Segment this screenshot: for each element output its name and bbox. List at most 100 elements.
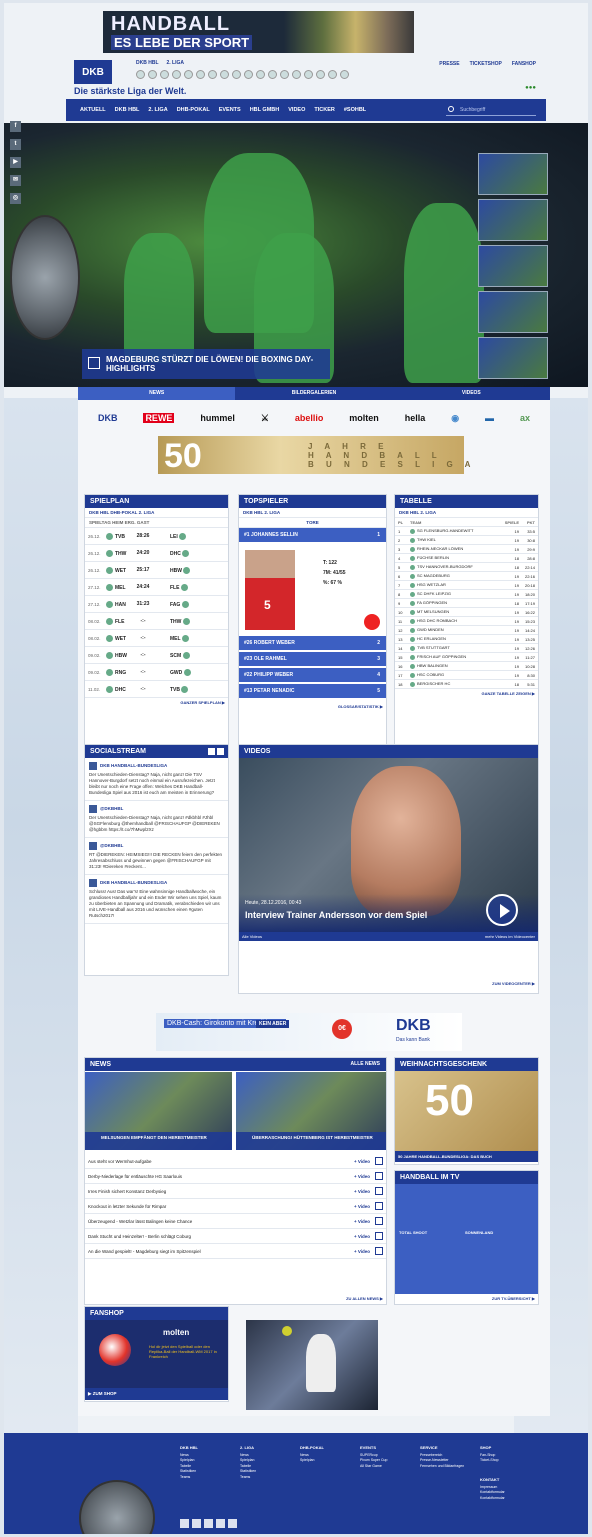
club-logo-icon[interactable] bbox=[208, 70, 217, 79]
news-item[interactable]: Überzeugend - Wetzlar lässt Balingen kei… bbox=[85, 1214, 386, 1229]
ad-50-jahre[interactable]: 50 J A H R E H A N D B A L L B U N D E S… bbox=[158, 436, 470, 475]
club-logo-icon[interactable] bbox=[172, 70, 181, 79]
tabelle-row[interactable]: 13 HC ERLANGEN 19 13:25 bbox=[395, 635, 538, 644]
video-icon[interactable] bbox=[375, 1157, 383, 1165]
social-card[interactable]: DKB HANDBALL-BUNDESLIGA Der Unentschieden… bbox=[85, 758, 228, 801]
club-logo-icon[interactable] bbox=[220, 70, 229, 79]
nav-ticker[interactable]: TICKER bbox=[314, 107, 334, 113]
news-video-label[interactable]: + Video bbox=[354, 1234, 370, 1239]
club-logo-icon[interactable] bbox=[268, 70, 277, 79]
spielplan-row[interactable]: 26.12. THW 24:20 DHC bbox=[85, 545, 228, 562]
spielplan-row[interactable]: 08.02. WET -:- MEL bbox=[85, 630, 228, 647]
youtube-icon[interactable] bbox=[204, 1519, 213, 1528]
all-videos-label[interactable]: Alle Videos bbox=[242, 934, 262, 939]
fanshop-ad[interactable]: molten Hol dir jetzt den Spielball oder … bbox=[85, 1320, 228, 1388]
club-logo-icon[interactable] bbox=[136, 70, 145, 79]
news-item[interactable]: Derby-Niederlage für entläuschte HG Saar… bbox=[85, 1169, 386, 1184]
topspieler-category[interactable]: TORE bbox=[239, 518, 386, 528]
hero-thumb[interactable] bbox=[478, 291, 548, 333]
video-thumb[interactable]: Interview Trainer Bürrich vor dem Spiel bbox=[242, 944, 313, 972]
news-video-label[interactable]: + Video bbox=[354, 1159, 370, 1164]
club-logo-icon[interactable] bbox=[256, 70, 265, 79]
video-icon[interactable] bbox=[375, 1217, 383, 1225]
footer-links[interactable]: News Spielplan Tabelle Statistiken Teams bbox=[180, 1453, 196, 1479]
footer-links[interactable]: SUPERcup Pixum Super Cup All Star Game bbox=[360, 1453, 387, 1468]
tabelle-more-link[interactable]: GANZE TABELLE ZEIGEN ▶ bbox=[395, 689, 538, 698]
top-ad-banner[interactable]: HANDBALL ES LEBE DER SPORT bbox=[103, 11, 414, 53]
tabelle-row[interactable]: 6 SC MAGDEBURG 19 22:16 bbox=[395, 572, 538, 581]
instagram-icon[interactable] bbox=[228, 1519, 237, 1528]
tv-channel-1[interactable]: TOTAL SHOOT bbox=[399, 1230, 427, 1235]
tabelle-row[interactable]: 2 THW KIEL 19 30:8 bbox=[395, 536, 538, 545]
social-card[interactable]: @DKBHBL Der Unentschieden-Dienstag? Naja,… bbox=[85, 801, 228, 838]
topspieler-row[interactable]: #13 PETAR NENADIC 5 bbox=[239, 684, 386, 698]
gift-caption[interactable]: 50 JAHRE HANDBALL-BUNDESLIGA: DAS BUCH bbox=[395, 1151, 538, 1162]
club-logo-icon[interactable] bbox=[280, 70, 289, 79]
tabelle-row[interactable]: 10 MT MELSUNGEN 19 16:22 bbox=[395, 608, 538, 617]
news-item[interactable]: Dank Stucht und Heinzelter! - Berlin sch… bbox=[85, 1229, 386, 1244]
topspieler-more-link[interactable]: GLOSSAR/STATISTIK ▶ bbox=[239, 702, 386, 711]
play-icon[interactable] bbox=[486, 894, 518, 926]
news-item[interactable]: Irres Finish sichert Konstanz Derbysieg +… bbox=[85, 1184, 386, 1199]
facebook-icon[interactable]: f bbox=[10, 121, 21, 132]
nav-aktuell[interactable]: AKTUELL bbox=[80, 107, 106, 113]
club-logo-icon[interactable] bbox=[340, 70, 349, 79]
sponsor-pixum[interactable]: ◉ bbox=[451, 413, 459, 424]
dkb-hbl-logo[interactable]: DKB bbox=[74, 60, 112, 84]
youtube-icon[interactable]: ▶ bbox=[10, 157, 21, 168]
search-icon[interactable] bbox=[448, 106, 454, 112]
league-2-liga[interactable]: 2. LIGA bbox=[167, 60, 185, 66]
news-teaser-2[interactable]: ÜBERRASCHUNG! HÜTTENBERG IST HERBSTMEIST… bbox=[236, 1072, 386, 1150]
link-ticketshop[interactable]: TICKETSHOP bbox=[470, 61, 502, 67]
video-icon[interactable] bbox=[375, 1202, 383, 1210]
tabelle-row[interactable]: 15 FRISCH AUF GÖPPINGEN 19 11:27 bbox=[395, 653, 538, 662]
videocenter-hint[interactable]: mehr Videos im Videocenter bbox=[485, 932, 535, 941]
social-card[interactable]: @DKBHBL RT @DIEREKEN: HEIMSIEG!!! DIE REC… bbox=[85, 838, 228, 875]
tabelle-row[interactable]: 12 GWD MINDEN 19 14:24 bbox=[395, 626, 538, 635]
video-icon[interactable] bbox=[375, 1172, 383, 1180]
tabelle-row[interactable]: 14 TVB STUTTGART 19 12:26 bbox=[395, 644, 538, 653]
book-image[interactable]: 50 bbox=[395, 1071, 538, 1151]
tabelle-row[interactable]: 5 TSV HANNOVER-BURGDORF 18 22:14 bbox=[395, 563, 538, 572]
tabelle-row[interactable]: 4 FÜCHSE BERLIN 18 28:8 bbox=[395, 554, 538, 563]
tabelle-row[interactable]: 7 HSG WETZLAR 19 20:18 bbox=[395, 581, 538, 590]
club-logo-icon[interactable] bbox=[160, 70, 169, 79]
video-icon[interactable] bbox=[375, 1187, 383, 1195]
topspieler-tabs[interactable]: DKB HBL 2. LIGA bbox=[239, 508, 386, 518]
twitter-icon[interactable] bbox=[192, 1519, 201, 1528]
video-thumb[interactable]: Interview Schlepperth nach... bbox=[390, 944, 461, 972]
topspieler-row[interactable]: #22 PHILIPP WEBER 4 bbox=[239, 668, 386, 682]
tabelle-row[interactable]: 1 SG FLENSBURG-HANDEWITT 19 33:5 bbox=[395, 527, 538, 536]
sponsor-abellio[interactable]: abellio bbox=[295, 413, 324, 423]
tabelle-row[interactable]: 3 RHEIN-NECKAR LÖWEN 19 29:9 bbox=[395, 545, 538, 554]
club-logo-icon[interactable] bbox=[148, 70, 157, 79]
spielplan-row[interactable]: 26.12. WET 25:17 HBW bbox=[85, 562, 228, 579]
tab-news[interactable]: NEWS bbox=[78, 387, 236, 400]
news-video-label[interactable]: + Video bbox=[354, 1219, 370, 1224]
spielplan-more-link[interactable]: GANZER SPIELPLAN ▶ bbox=[85, 698, 228, 707]
nav-2-liga[interactable]: 2. LIGA bbox=[148, 107, 167, 113]
club-logo-icon[interactable] bbox=[292, 70, 301, 79]
news-video-label[interactable]: + Video bbox=[354, 1204, 370, 1209]
news-video-label[interactable]: + Video bbox=[354, 1249, 370, 1254]
footer-links[interactable]: Pressebereich Presse-Newsletter Fernsehe… bbox=[420, 1453, 464, 1468]
twitter-icon[interactable] bbox=[208, 748, 215, 755]
league-dkb-hbl[interactable]: DKB HBL bbox=[136, 60, 159, 66]
sponsor-dkb[interactable]: DKB bbox=[98, 413, 118, 423]
fanshop-link[interactable]: ▶ ZUM SHOP bbox=[85, 1388, 228, 1400]
nav-dhb-pokal[interactable]: DHB-POKAL bbox=[177, 107, 210, 113]
club-logo-icon[interactable] bbox=[232, 70, 241, 79]
tabelle-row[interactable]: 9 FA GÖPPINGEN 18 17:19 bbox=[395, 599, 538, 608]
nav-dkb-hbl[interactable]: DKB HBL bbox=[115, 107, 140, 113]
dkb-ad-banner[interactable]: DKB-Cash: Girokonto mit Kreditkarte. KEI… bbox=[156, 1013, 462, 1051]
hero-thumb[interactable] bbox=[478, 153, 548, 195]
club-logo-icon[interactable] bbox=[184, 70, 193, 79]
spielplan-row[interactable]: 26.12. TVB 28:26 LEI bbox=[85, 528, 228, 545]
topspieler-row[interactable]: #23 OLE RAHMEL 3 bbox=[239, 652, 386, 666]
spielplan-tabs[interactable]: DKB HBL DHB-POKAL 2. LIGA bbox=[85, 508, 228, 518]
video-thumb[interactable]: Interview Schmidt in der Pause bbox=[316, 944, 387, 972]
video-player[interactable]: Heute, 28.12.2016, 00:43 Interview Train… bbox=[239, 758, 538, 932]
sponsor-molten[interactable]: molten bbox=[349, 413, 379, 423]
sponsor-hummel[interactable]: hummel bbox=[200, 413, 235, 423]
video-icon[interactable] bbox=[375, 1232, 383, 1240]
